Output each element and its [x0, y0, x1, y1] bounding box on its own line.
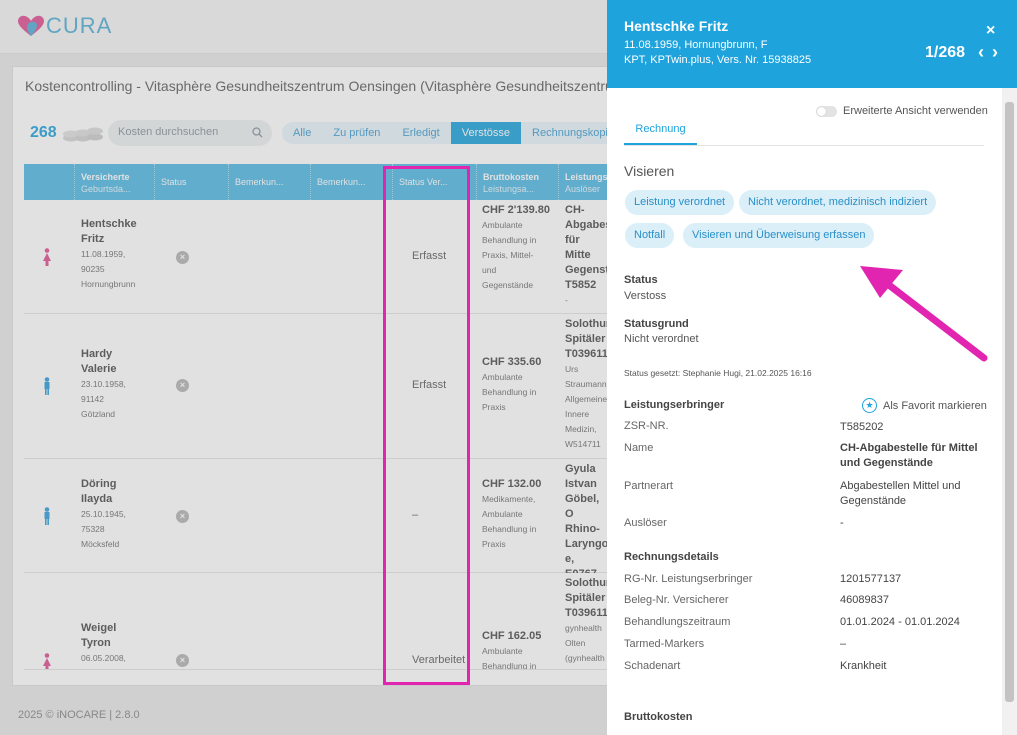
detail-panel: Hentschke Fritz 11.08.1959, Hornungbrunn… [607, 0, 1017, 735]
chip-notfall[interactable]: Notfall [625, 223, 675, 248]
schadenart-label: Schadenart [624, 660, 681, 672]
ausloeser-value: - [840, 517, 844, 529]
chip-visieren-ueberweisung[interactable]: Visieren und Überweisung erfassen [683, 223, 875, 248]
extended-view-toggle[interactable] [816, 106, 837, 117]
tarmed-markers-label: Tarmed-Markers [624, 638, 705, 650]
patient-name: Hentschke Fritz [624, 18, 729, 34]
chevron-left-icon[interactable]: ‹ [978, 42, 984, 63]
tabs-divider [624, 145, 984, 146]
leistungserbringer-title: Leistungserbringer [624, 399, 725, 411]
pager-count: 1/268 [925, 44, 966, 61]
partnerart-label: Partnerart [624, 480, 673, 492]
statusgrund-value: Nicht verordnet [624, 333, 699, 345]
toggle-knob [817, 107, 826, 116]
close-icon[interactable]: × [986, 22, 995, 40]
panel-header: Hentschke Fritz 11.08.1959, Hornungbrunn… [607, 0, 1017, 88]
ausloeser-label: Auslöser [624, 517, 667, 529]
chevron-right-icon[interactable]: › [992, 42, 998, 63]
tarmed-markers-value: – [840, 638, 847, 650]
beleg-nr-label: Beleg-Nr. Versicherer [624, 594, 729, 606]
favorite-button[interactable]: ★ Als Favorit markieren [862, 398, 987, 413]
chip-leistung-verordnet[interactable]: Leistung verordnet [625, 190, 735, 215]
status-label: Status [624, 274, 658, 286]
patient-insurance-info: KPT, KPTwin.plus, Vers. Nr. 15938825 [624, 54, 812, 66]
scrollbar-thumb[interactable] [1005, 102, 1014, 702]
tab-rechnung[interactable]: Rechnung [624, 122, 697, 145]
patient-birth-info: 11.08.1959, Hornungbrunn, F [624, 39, 768, 51]
rg-nr-label: RG-Nr. Leistungserbringer [624, 573, 753, 585]
behandlungszeitraum-value: 01.01.2024 - 01.01.2024 [840, 616, 960, 628]
chip-nicht-verordnet[interactable]: Nicht verordnet, medizinisch indiziert [739, 190, 937, 215]
status-set-info: Status gesetzt: Stephanie Hugi, 21.02.20… [624, 368, 812, 378]
panel-scrollbar[interactable] [1002, 88, 1017, 735]
partnerart-value: Abgabestellen Mittel und Gegenstände [840, 480, 961, 507]
annotation-highlight-box [383, 166, 470, 685]
provider-name-value: CH-Abgabestelle für Mittel und Gegenstän… [840, 442, 978, 469]
schadenart-value: Krankheit [840, 660, 887, 672]
footer-version: 2025 © iNOCARE | 2.8.0 [18, 709, 140, 721]
rg-nr-value: 1201577137 [840, 573, 902, 585]
favorite-label: Als Favorit markieren [883, 399, 987, 412]
zsr-label: ZSR-NR. [624, 420, 669, 432]
extended-view-label: Erweiterte Ansicht verwenden [843, 105, 988, 117]
bruttokosten-title: Bruttokosten [624, 711, 693, 723]
zsr-value: T585202 [840, 421, 884, 433]
beleg-nr-value: 46089837 [840, 594, 889, 606]
behandlungszeitraum-label: Behandlungszeitraum [624, 616, 731, 628]
modal-backdrop[interactable] [0, 0, 607, 735]
visieren-title: Visieren [624, 163, 675, 179]
status-value: Verstoss [624, 290, 667, 302]
rechnungsdetails-title: Rechnungsdetails [624, 551, 719, 563]
provider-name-label: Name [624, 442, 654, 454]
star-icon: ★ [862, 398, 877, 413]
statusgrund-label: Statusgrund [624, 318, 689, 330]
